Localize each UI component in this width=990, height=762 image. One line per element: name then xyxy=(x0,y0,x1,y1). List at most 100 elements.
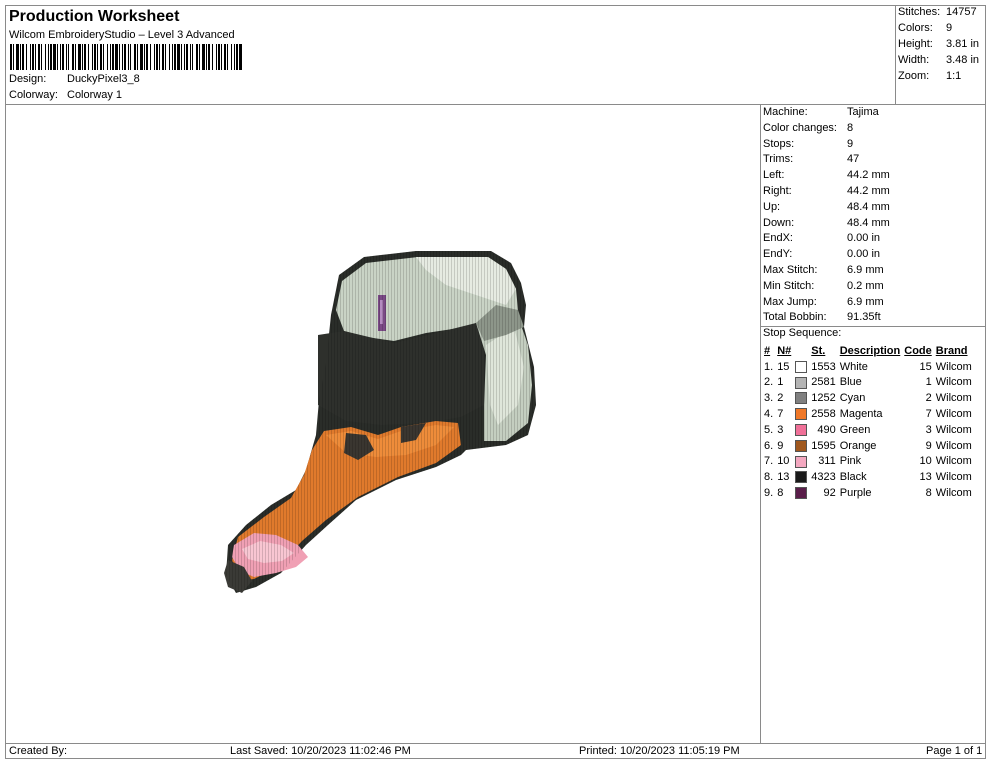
machine-info-row: Stops: 9 xyxy=(763,138,853,150)
machine-info-label: EndY: xyxy=(763,248,793,261)
cell-code: 2 xyxy=(925,392,932,405)
cell-code: 3 xyxy=(925,423,932,436)
cell-st: 1553 xyxy=(811,360,836,373)
color-swatch xyxy=(795,360,808,373)
stop-sequence-title: Stop Sequence: xyxy=(763,327,842,339)
header-n: N# xyxy=(777,344,792,357)
machine-info-value: Tajima xyxy=(847,106,879,118)
header-swatch xyxy=(793,343,809,359)
cell-st: 4323 xyxy=(811,471,836,484)
table-row: 3. 2 1252 Cyan 2 Wilcom xyxy=(762,390,974,406)
machine-info-value: 9 xyxy=(847,137,854,150)
color-swatch xyxy=(795,423,808,436)
cell-brand: Wilcom xyxy=(935,455,972,468)
footer: Created By: Last Saved: 10/20/2023 11:02… xyxy=(6,743,985,759)
machine-info-row: Machine: Tajima xyxy=(763,106,879,118)
cell-swatch xyxy=(793,406,809,422)
stat-width: Width: 3.48 in xyxy=(898,54,980,66)
color-swatch xyxy=(795,392,808,405)
stat-zoom: Zoom: 1:1 xyxy=(898,70,962,82)
machine-info-label: Total Bobbin: xyxy=(763,311,827,324)
cell-code: 7 xyxy=(925,408,932,421)
machine-info-value: 0.2 mm xyxy=(847,279,884,292)
cell-num: 4. xyxy=(764,408,774,421)
machine-info-label: Stops: xyxy=(763,137,795,150)
cell-swatch xyxy=(793,359,809,375)
cell-num: 2. xyxy=(764,376,774,389)
cell-code: 1 xyxy=(925,376,932,389)
printed-date: Printed: 10/20/2023 11:05:19 PM xyxy=(579,745,740,757)
cell-num: 6. xyxy=(764,439,774,452)
design-row: Design: DuckyPixel3_8 xyxy=(9,73,140,85)
color-swatch xyxy=(795,487,808,500)
cell-st: 1252 xyxy=(811,392,836,405)
color-swatch xyxy=(795,471,808,484)
cell-swatch xyxy=(793,454,809,470)
machine-info-panel: Machine: Tajima Color changes: 8 Stops: 9 Trim… xyxy=(760,105,985,743)
table-row: 4. 7 2558 Magenta 7 Wilcom xyxy=(762,406,974,422)
header-st: St. xyxy=(811,344,826,357)
created-by: Created By: xyxy=(9,745,68,757)
machine-info-row: Trims: 47 xyxy=(763,153,859,165)
cell-swatch xyxy=(793,422,809,438)
color-swatch xyxy=(795,439,808,452)
cell-swatch xyxy=(793,469,809,485)
cell-st: 490 xyxy=(817,423,836,436)
color-swatch xyxy=(795,376,808,389)
header-code: Code xyxy=(904,344,932,357)
machine-info-row: Total Bobbin: 91.35ft xyxy=(763,311,881,323)
cell-description: Pink xyxy=(839,455,862,468)
machine-info-value: 91.35ft xyxy=(847,311,881,324)
cell-n: 7 xyxy=(777,408,784,421)
machine-info-row: EndY: 0.00 in xyxy=(763,248,880,260)
machine-info-row: Min Stitch: 0.2 mm xyxy=(763,280,884,292)
table-row: 2. 1 2581 Blue 1 Wilcom xyxy=(762,375,974,391)
machine-info-value: 44.2 mm xyxy=(847,169,890,182)
cell-description: Purple xyxy=(839,487,872,500)
machine-info-label: Down: xyxy=(763,216,795,229)
last-saved: Last Saved: 10/20/2023 11:02:46 PM xyxy=(230,745,411,757)
cell-description: Magenta xyxy=(839,408,883,421)
machine-info-value: 6.9 mm xyxy=(847,264,884,276)
machine-info-label: Right: xyxy=(763,185,792,197)
cell-brand: Wilcom xyxy=(935,392,972,405)
table-row: 9. 8 92 Purple 8 Wilcom xyxy=(762,485,974,501)
cell-brand: Wilcom xyxy=(935,471,972,484)
machine-info-row: Up: 48.4 mm xyxy=(763,201,890,213)
cell-description: Orange xyxy=(839,439,877,452)
header-num: # xyxy=(764,344,771,357)
table-row: 6. 9 1595 Orange 9 Wilcom xyxy=(762,438,974,454)
cell-n: 13 xyxy=(777,471,790,484)
machine-info-value: 8 xyxy=(847,121,854,134)
cell-code: 9 xyxy=(925,439,932,452)
cell-num: 9. xyxy=(764,487,774,500)
cell-swatch xyxy=(793,375,809,391)
page-number: Page 1 of 1 xyxy=(926,745,983,757)
cell-description: Cyan xyxy=(839,392,866,405)
cell-num: 7. xyxy=(764,455,774,468)
cell-n: 9 xyxy=(777,439,784,452)
stop-sequence-table: # N# St. Description Code Brand 1. 15 1553 White 1… xyxy=(762,343,974,501)
cell-brand: Wilcom xyxy=(935,423,972,436)
cell-description: White xyxy=(839,360,868,373)
stat-height: Height: 3.81 in xyxy=(898,38,980,50)
colorway-row: Colorway: Colorway 1 xyxy=(9,89,122,101)
cell-swatch xyxy=(793,485,809,501)
stat-colors: Colors: 9 xyxy=(898,22,953,34)
cell-code: 8 xyxy=(925,487,932,500)
table-row: 1. 15 1553 White 15 Wilcom xyxy=(762,359,974,375)
design-label: Design: xyxy=(9,73,47,85)
machine-info-row: Right: 44.2 mm xyxy=(763,185,890,197)
worksheet: Production Worksheet Wilcom EmbroiderySt… xyxy=(5,5,986,759)
machine-info-row: Max Stitch: 6.9 mm xyxy=(763,264,884,276)
cell-num: 8. xyxy=(764,471,774,484)
machine-info-row: Color changes: 8 xyxy=(763,122,853,134)
cell-n: 8 xyxy=(777,487,784,500)
machine-info-label: Up: xyxy=(763,200,781,213)
cell-st: 92 xyxy=(823,487,836,500)
machine-info-label: EndX: xyxy=(763,232,793,245)
cell-st: 2558 xyxy=(811,408,836,421)
machine-info-value: 47 xyxy=(847,153,860,166)
table-row: 8. 13 4323 Black 13 Wilcom xyxy=(762,469,974,485)
cell-st: 2581 xyxy=(811,376,836,389)
